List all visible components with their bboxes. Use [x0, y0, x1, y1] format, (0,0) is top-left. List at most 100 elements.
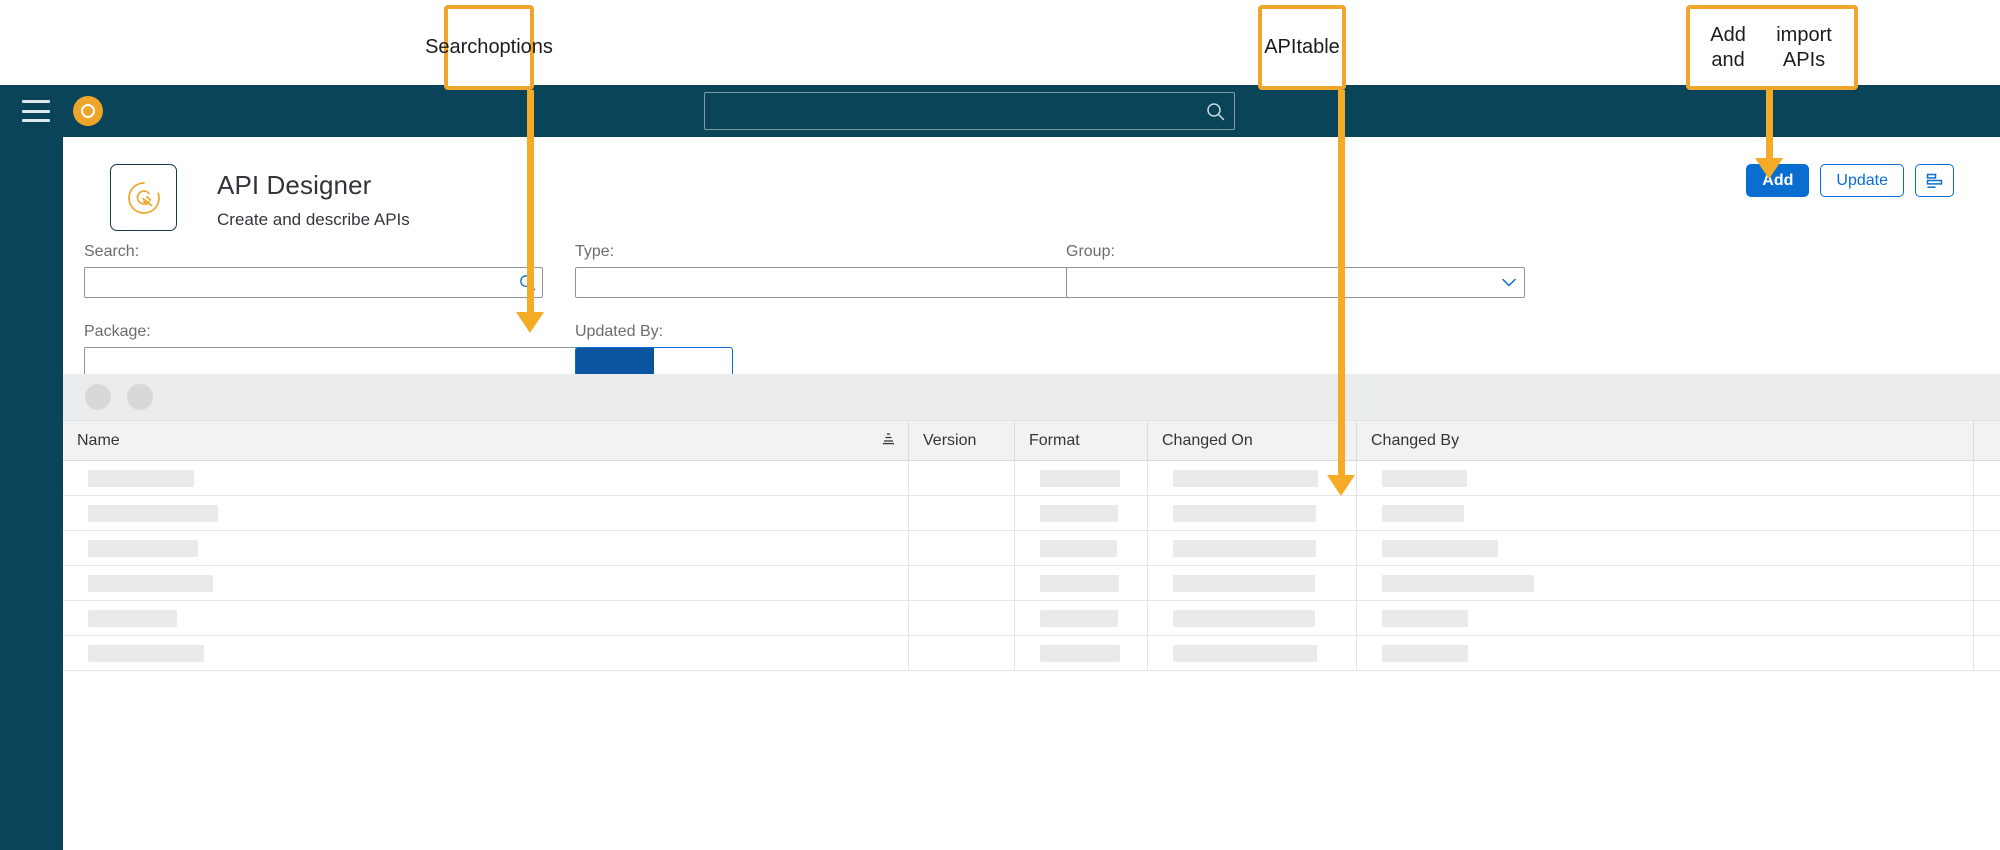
- type-filter-value[interactable]: [576, 268, 1128, 297]
- cell-placeholder-bar: [1040, 505, 1118, 522]
- cell-placeholder-bar: [88, 645, 204, 662]
- table-cell-name: [63, 461, 909, 496]
- table-row[interactable]: [63, 601, 2000, 636]
- cell-placeholder-bar: [1173, 645, 1317, 662]
- column-header-label: Changed By: [1371, 431, 1460, 449]
- cell-placeholder-bar: [1040, 470, 1120, 487]
- annotation-text: Add and: [1710, 23, 1746, 71]
- cell-placeholder-bar: [1040, 645, 1120, 662]
- group-filter-label: Group:: [1066, 243, 1115, 260]
- column-header-label: Name: [77, 431, 120, 449]
- type-filter-label: Type:: [575, 243, 615, 260]
- table-cell-version: [909, 496, 1015, 531]
- cell-placeholder-bar: [1173, 610, 1315, 627]
- update-button[interactable]: Update: [1820, 164, 1904, 197]
- cell-placeholder-bar: [88, 470, 194, 487]
- group-filter-value[interactable]: [1067, 268, 1494, 297]
- search-icon[interactable]: [1196, 102, 1234, 121]
- table-cell-changed_by: [1357, 601, 1974, 636]
- table-cell-name: [63, 531, 909, 566]
- cell-placeholder-bar: [1382, 610, 1468, 627]
- annotation-arrow-head-search-options: [516, 312, 544, 333]
- cell-placeholder-bar: [88, 575, 213, 592]
- annotation-callout-add-import: Add and import APIs: [1686, 5, 1858, 90]
- brand-logo-icon[interactable]: [73, 96, 103, 126]
- table-cell-format: [1015, 601, 1148, 636]
- annotation-arrow-line-search-options: [527, 90, 534, 312]
- annotation-text: table: [1296, 36, 1340, 58]
- table-row[interactable]: [63, 496, 2000, 531]
- column-header-label: Changed On: [1162, 431, 1253, 449]
- table-cell-version: [909, 601, 1015, 636]
- table-cell-changed_on: [1148, 461, 1357, 496]
- table-cell-changed_on: [1148, 566, 1357, 601]
- page-title: API Designer: [217, 170, 372, 200]
- page-subtitle: Create and describe APIs: [217, 210, 410, 229]
- toolbar-placeholder-circle: [85, 384, 111, 410]
- table-cell-changed_by: [1357, 566, 1974, 601]
- table-cell-name: [63, 601, 909, 636]
- table-cell-version: [909, 461, 1015, 496]
- chevron-down-icon[interactable]: [1494, 277, 1524, 288]
- column-header-name[interactable]: Name: [63, 420, 909, 461]
- cell-placeholder-bar: [1382, 645, 1468, 662]
- package-filter-value[interactable]: [85, 348, 574, 377]
- annotation-callout-api-table: API table: [1258, 5, 1346, 90]
- table-row[interactable]: [63, 636, 2000, 671]
- table-cell-version: [909, 636, 1015, 671]
- table-row[interactable]: [63, 531, 2000, 566]
- page-content: API Designer Create and describe APIs Ad…: [63, 137, 2000, 850]
- table-cell-format: [1015, 531, 1148, 566]
- table-cell-format: [1015, 461, 1148, 496]
- package-filter-label: Package:: [84, 323, 151, 340]
- annotation-arrow-line-add-import: [1766, 90, 1773, 158]
- table-header-row: Name Version Format Changed On Changed By: [63, 420, 2000, 461]
- cell-placeholder-bar: [1173, 505, 1316, 522]
- table-cell-name: [63, 496, 909, 531]
- left-navigation-rail[interactable]: [0, 137, 63, 850]
- table-cell-changed_by: [1357, 531, 1974, 566]
- cell-placeholder-bar: [1173, 575, 1315, 592]
- table-cell-changed_on: [1148, 636, 1357, 671]
- table-cell-format: [1015, 566, 1148, 601]
- cell-placeholder-bar: [1382, 470, 1467, 487]
- hamburger-icon[interactable]: [22, 100, 50, 122]
- cell-placeholder-bar: [1040, 540, 1117, 557]
- filter-bar: Search: Type: Group: Package: Updated By…: [63, 237, 2000, 378]
- shell-search-input[interactable]: [705, 93, 1196, 129]
- annotation-text: import APIs: [1776, 23, 1832, 71]
- table-cell-changed_on: [1148, 531, 1357, 566]
- table-cell-changed_by: [1357, 461, 1974, 496]
- column-header-changed_on[interactable]: Changed On: [1148, 420, 1357, 461]
- annotation-text: Search: [425, 36, 489, 58]
- updated-by-segment-0[interactable]: [576, 348, 654, 377]
- table-row[interactable]: [63, 566, 2000, 601]
- column-header-changed_by[interactable]: Changed By: [1357, 420, 1974, 461]
- table-settings-icon[interactable]: [1915, 164, 1954, 197]
- cell-placeholder-bar: [1382, 575, 1534, 592]
- table-cell-version: [909, 566, 1015, 601]
- cell-placeholder-bar: [88, 505, 218, 522]
- column-header-version[interactable]: Version: [909, 420, 1015, 461]
- column-header-format[interactable]: Format: [1015, 420, 1148, 461]
- annotation-text: options: [488, 36, 553, 58]
- table-toolbar: [63, 374, 2000, 420]
- sort-ascending-icon[interactable]: [881, 431, 896, 451]
- search-filter-field[interactable]: [84, 267, 543, 298]
- group-filter-select[interactable]: [1066, 267, 1525, 298]
- updated-by-segment-1[interactable]: [654, 348, 732, 377]
- table-cell-changed_on: [1148, 601, 1357, 636]
- cell-placeholder-bar: [1382, 540, 1498, 557]
- api-table: Name Version Format Changed On Changed By: [63, 374, 2000, 850]
- table-cell-format: [1015, 636, 1148, 671]
- annotation-arrow-head-add-import: [1755, 158, 1783, 179]
- api-plug-icon: [110, 164, 177, 231]
- annotation-text: API: [1264, 36, 1297, 58]
- shell-search-box[interactable]: [704, 92, 1235, 130]
- search-filter-input[interactable]: [85, 268, 512, 297]
- table-cell-name: [63, 566, 909, 601]
- annotation-arrow-line-api-table: [1338, 90, 1345, 475]
- cell-placeholder-bar: [1173, 540, 1316, 557]
- table-row[interactable]: [63, 461, 2000, 496]
- table-cell-format: [1015, 496, 1148, 531]
